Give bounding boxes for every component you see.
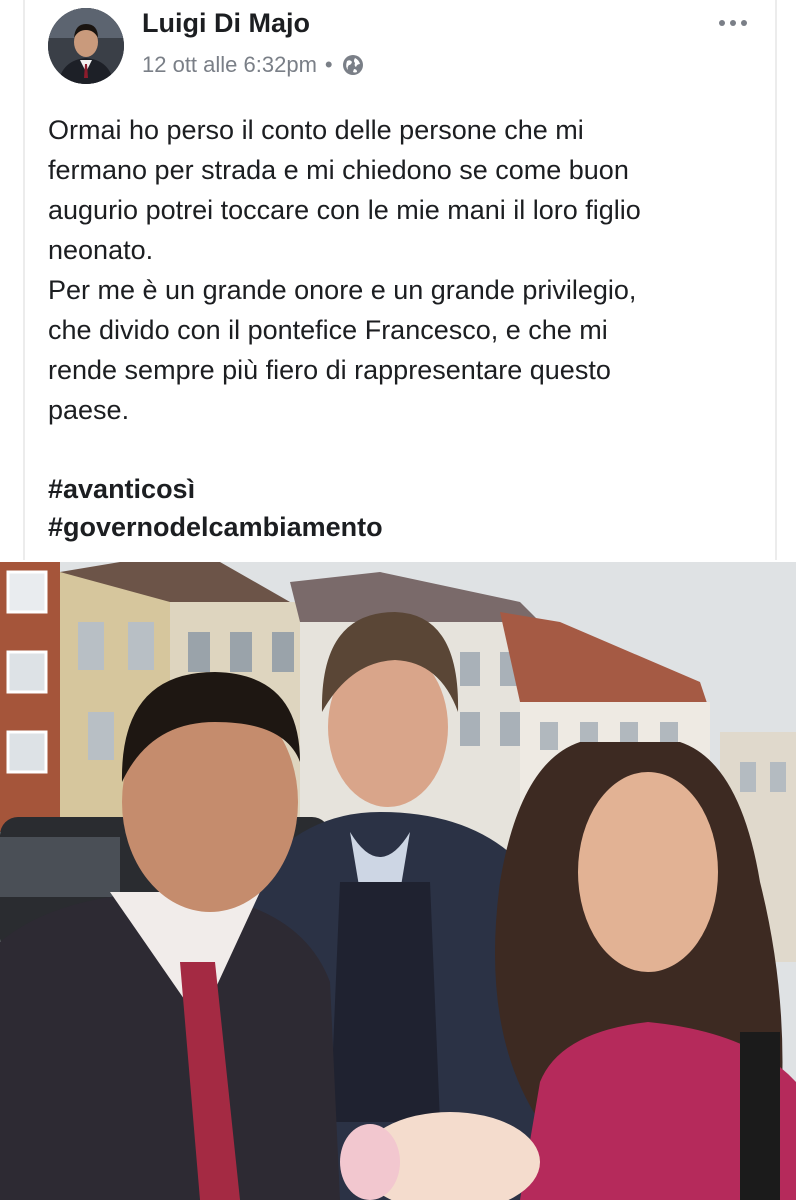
post-text-line: Per me è un grande onore e un grande pri…: [48, 275, 637, 305]
card-border-left: [23, 0, 25, 560]
card-border-right: [775, 0, 777, 560]
post-text-line: neonato.: [48, 235, 154, 265]
hashtag-link[interactable]: #avanticosì: [48, 470, 383, 508]
hashtag-link[interactable]: #governodelcambiamento: [48, 508, 383, 546]
author-name[interactable]: Luigi Di Majo: [142, 8, 310, 39]
globe-icon: [341, 53, 365, 77]
meta-separator: •: [324, 52, 333, 77]
post-text: Ormai ho perso il conto delle persone ch…: [48, 110, 768, 430]
post-header: Luigi Di Majo 12 ott alle 6:32pm •: [0, 0, 796, 100]
post-timestamp[interactable]: 12 ott alle 6:32pm: [142, 52, 317, 78]
post-text-line: Ormai ho perso il conto delle persone ch…: [48, 115, 584, 145]
post-text-line: paese.: [48, 395, 130, 425]
post-text-line: rende sempre più fiero di rappresentare …: [48, 355, 611, 385]
avatar[interactable]: [48, 8, 124, 84]
post-meta: 12 ott alle 6:32pm •: [142, 52, 365, 78]
post-text-line: fermano per strada e mi chiedono se come…: [48, 155, 629, 185]
more-options-icon[interactable]: [716, 10, 750, 36]
post-photo[interactable]: [0, 562, 796, 1200]
post-text-line: augurio potrei toccare con le mie mani i…: [48, 195, 641, 225]
post-text-line: che divido con il pontefice Francesco, e…: [48, 315, 608, 345]
hashtags: #avanticosì #governodelcambiamento: [48, 470, 383, 546]
